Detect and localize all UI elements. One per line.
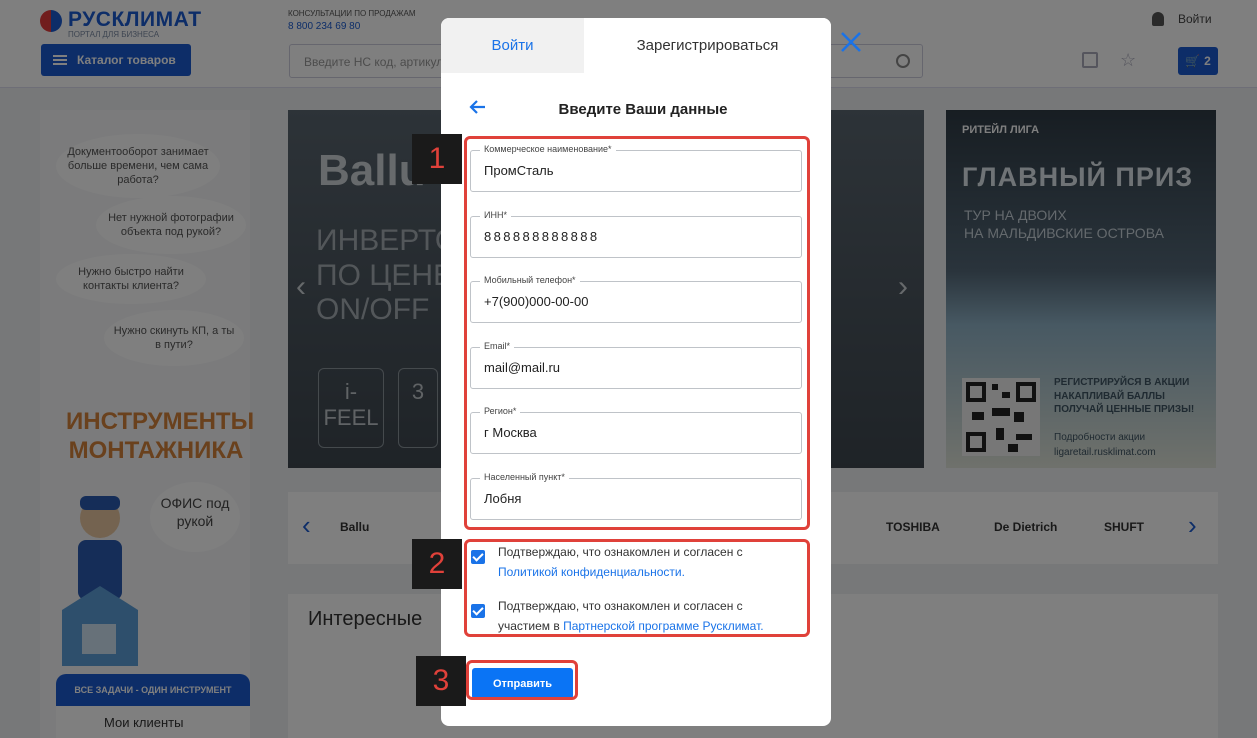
modal-title: Введите Ваши данные bbox=[558, 101, 728, 118]
tab-register[interactable]: Зарегистрироваться bbox=[584, 18, 831, 73]
tab-login[interactable]: Войти bbox=[441, 18, 584, 73]
modal-header: Введите Ваши данные bbox=[441, 96, 831, 124]
highlight-box-consents bbox=[464, 539, 810, 637]
highlight-box-submit bbox=[466, 660, 578, 700]
highlight-box-fields bbox=[464, 136, 810, 530]
auth-tabs: Войти Зарегистрироваться bbox=[441, 18, 831, 73]
annotation-number: 1 bbox=[412, 134, 462, 184]
annotation-number: 3 bbox=[416, 656, 466, 706]
close-icon[interactable] bbox=[840, 31, 862, 53]
annotation-number: 2 bbox=[412, 539, 462, 589]
